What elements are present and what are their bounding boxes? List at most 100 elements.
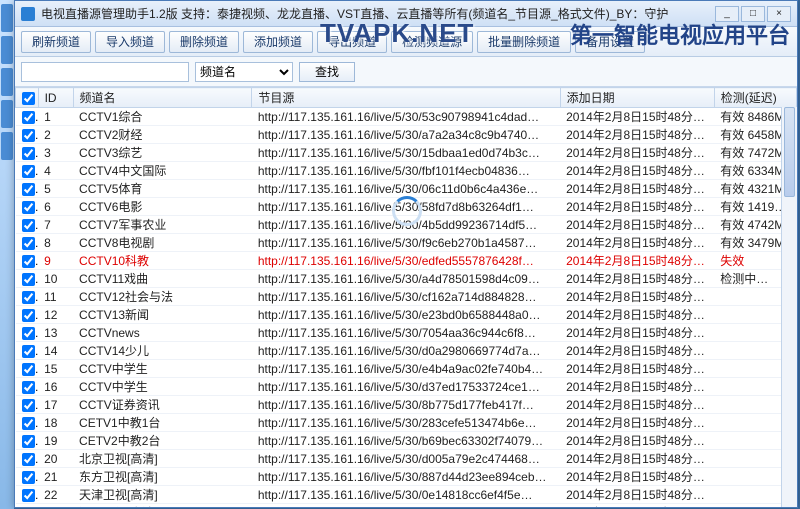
col-name[interactable]: 频道名 <box>73 88 252 108</box>
cell-id: 3 <box>38 144 73 162</box>
minimize-button[interactable]: _ <box>715 6 739 22</box>
search-field-select[interactable]: 频道名 <box>195 62 293 82</box>
table-row[interactable]: 5CCTV5体育http://117.135.161.16/live/5/30/… <box>16 180 797 198</box>
cell-src: http://117.135.161.16/live/5/30/edfed555… <box>252 252 560 270</box>
searchbar: 频道名 查找 <box>15 57 797 87</box>
col-det[interactable]: 检测(延迟) <box>714 88 796 108</box>
row-checkbox[interactable] <box>22 219 35 232</box>
cell-src: http://117.135.161.16/live/5/30/7054aa36… <box>252 324 560 342</box>
cell-name: CCTV5体育 <box>73 180 252 198</box>
search-button[interactable]: 查找 <box>299 62 355 82</box>
row-checkbox[interactable] <box>22 165 35 178</box>
row-checkbox[interactable] <box>22 183 35 196</box>
row-checkbox[interactable] <box>22 489 35 502</box>
backup-button[interactable]: 备用设置 <box>575 31 645 53</box>
row-checkbox[interactable] <box>22 129 35 142</box>
cell-id: 12 <box>38 306 73 324</box>
table-row[interactable]: 15CCTV中学生http://117.135.161.16/live/5/30… <box>16 360 797 378</box>
table-row[interactable]: 14CCTV14少儿http://117.135.161.16/live/5/3… <box>16 342 797 360</box>
cell-name: CCTV11戏曲 <box>73 270 252 288</box>
row-checkbox[interactable] <box>22 309 35 322</box>
col-date[interactable]: 添加日期 <box>560 88 714 108</box>
cell-id: 14 <box>38 342 73 360</box>
cell-src: http://117.135.161.16/live/5/30/06c11d0b… <box>252 180 560 198</box>
cell-src: http://117.135.161.16/live/5/30/d76ccb4d… <box>252 504 560 508</box>
row-checkbox[interactable] <box>22 291 35 304</box>
row-checkbox[interactable] <box>22 255 35 268</box>
table-row[interactable]: 13CCTVnewshttp://117.135.161.16/live/5/3… <box>16 324 797 342</box>
cell-date: 2014年2月8日15时48分19秒 <box>560 180 714 198</box>
row-checkbox[interactable] <box>22 111 35 124</box>
select-all-checkbox[interactable] <box>22 92 35 105</box>
maximize-button[interactable]: □ <box>741 6 765 22</box>
row-checkbox[interactable] <box>22 273 35 286</box>
cell-src: http://117.135.161.16/live/5/30/d0a29806… <box>252 342 560 360</box>
table-row[interactable]: 22天津卫视[高清]http://117.135.161.16/live/5/3… <box>16 486 797 504</box>
cell-id: 9 <box>38 252 73 270</box>
col-id[interactable]: ID <box>38 88 73 108</box>
row-checkbox[interactable] <box>22 453 35 466</box>
close-button[interactable]: × <box>767 6 791 22</box>
table-row[interactable]: 11CCTV12社会与法http://117.135.161.16/live/5… <box>16 288 797 306</box>
export-button[interactable]: 导出频道 <box>317 31 387 53</box>
row-checkbox[interactable] <box>22 381 35 394</box>
row-checkbox[interactable] <box>22 363 35 376</box>
cell-id: 6 <box>38 198 73 216</box>
toolbar: 刷新频道 导入频道 删除频道 添加频道 导出频道 检测频道源 批量删除频道 备用… <box>15 27 797 57</box>
table-row[interactable]: 16CCTV中学生http://117.135.161.16/live/5/30… <box>16 378 797 396</box>
cell-date: 2014年2月8日15时48分20秒 <box>560 378 714 396</box>
cell-date: 2014年2月8日15时48分19秒 <box>560 144 714 162</box>
table-row[interactable]: 18CETV1中教1台http://117.135.161.16/live/5/… <box>16 414 797 432</box>
table-row[interactable]: 21东方卫视[高清]http://117.135.161.16/live/5/3… <box>16 468 797 486</box>
titlebar[interactable]: 电视直播源管理助手1.2版 支持：泰捷视频、龙龙直播、VST直播、云直播等所有(… <box>15 1 797 27</box>
row-checkbox[interactable] <box>22 201 35 214</box>
detect-button[interactable]: 检测频道源 <box>391 31 473 53</box>
row-checkbox[interactable] <box>22 417 35 430</box>
row-checkbox[interactable] <box>22 435 35 448</box>
table-row[interactable]: 19CETV2中教2台http://117.135.161.16/live/5/… <box>16 432 797 450</box>
header-row: ID 频道名 节目源 添加日期 检测(延迟) <box>16 88 797 108</box>
batchdel-button[interactable]: 批量删除频道 <box>477 31 571 53</box>
col-src[interactable]: 节目源 <box>252 88 560 108</box>
refresh-button[interactable]: 刷新频道 <box>21 31 91 53</box>
row-checkbox[interactable] <box>22 345 35 358</box>
row-checkbox[interactable] <box>22 327 35 340</box>
cell-date: 2014年2月8日15时48分20秒 <box>560 396 714 414</box>
cell-date: 2014年2月8日15时48分20秒 <box>560 414 714 432</box>
table-row[interactable]: 4CCTV4中文国际http://117.135.161.16/live/5/3… <box>16 162 797 180</box>
search-input[interactable] <box>21 62 189 82</box>
desktop-taskbar-strip <box>0 0 14 509</box>
table-row[interactable]: 9CCTV10科教http://117.135.161.16/live/5/30… <box>16 252 797 270</box>
table-row[interactable]: 20北京卫视[高清]http://117.135.161.16/live/5/3… <box>16 450 797 468</box>
table-row[interactable]: 23湖北卫视[高清]http://117.135.161.16/live/5/3… <box>16 504 797 508</box>
row-checkbox[interactable] <box>22 147 35 160</box>
vertical-scrollbar[interactable] <box>781 107 797 507</box>
scrollbar-thumb[interactable] <box>784 107 795 197</box>
table-row[interactable]: 2CCTV2财经http://117.135.161.16/live/5/30/… <box>16 126 797 144</box>
cell-name: 东方卫视[高清] <box>73 468 252 486</box>
row-checkbox[interactable] <box>22 237 35 250</box>
table-row[interactable]: 10CCTV11戏曲http://117.135.161.16/live/5/3… <box>16 270 797 288</box>
add-button[interactable]: 添加频道 <box>243 31 313 53</box>
cell-id: 7 <box>38 216 73 234</box>
cell-date: 2014年2月8日15时48分19秒 <box>560 288 714 306</box>
loading-spinner-icon <box>392 196 422 226</box>
table-row[interactable]: 17CCTV证券资讯http://117.135.161.16/live/5/3… <box>16 396 797 414</box>
cell-date: 2014年2月8日15时48分20秒 <box>560 450 714 468</box>
cell-date: 2014年2月8日15时48分20秒 <box>560 486 714 504</box>
cell-src: http://117.135.161.16/live/5/30/283cefe5… <box>252 414 560 432</box>
table-row[interactable]: 3CCTV3综艺http://117.135.161.16/live/5/30/… <box>16 144 797 162</box>
app-icon <box>21 7 35 21</box>
cell-id: 13 <box>38 324 73 342</box>
delete-button[interactable]: 删除频道 <box>169 31 239 53</box>
import-button[interactable]: 导入频道 <box>95 31 165 53</box>
table-row[interactable]: 1CCTV1综合http://117.135.161.16/live/5/30/… <box>16 108 797 126</box>
cell-src: http://117.135.161.16/live/5/30/d37ed175… <box>252 378 560 396</box>
cell-name: CCTV7军事农业 <box>73 216 252 234</box>
row-checkbox[interactable] <box>22 399 35 412</box>
cell-date: 2014年2月8日15时48分19秒 <box>560 270 714 288</box>
table-row[interactable]: 8CCTV8电视剧http://117.135.161.16/live/5/30… <box>16 234 797 252</box>
cell-id: 1 <box>38 108 73 126</box>
table-row[interactable]: 12CCTV13新闻http://117.135.161.16/live/5/3… <box>16 306 797 324</box>
row-checkbox[interactable] <box>22 471 35 484</box>
